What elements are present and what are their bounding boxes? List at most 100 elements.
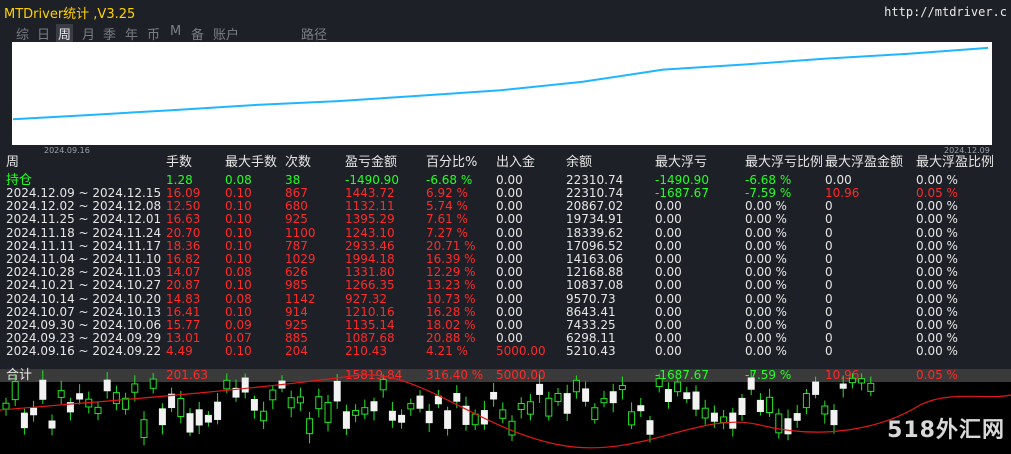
candle-body — [39, 379, 47, 400]
candle-body — [94, 406, 102, 415]
row-balance: 10837.08 — [566, 278, 624, 293]
row-flow: 0.00 — [496, 252, 523, 266]
table-row: 2024.11.11 ~ 2024.11.17 18.36 0.10 787 2933.… — [0, 238, 1011, 253]
candle-body — [223, 379, 231, 390]
tab-path[interactable]: 路径 — [301, 24, 327, 43]
candle-body — [287, 397, 295, 409]
row-max-float-profit: 0 — [825, 331, 833, 346]
row-period: 2024.09.30 ~ 2024.10.06 — [6, 318, 162, 332]
row-flow: 0.00 — [496, 278, 523, 293]
table-row: 2024.11.18 ~ 2024.11.24 20.70 0.10 1100 1243… — [0, 225, 1011, 240]
row-pnl: 1210.16 — [345, 304, 395, 319]
candle-body — [821, 405, 829, 415]
row-max-float-profit-pct: 0.00 % — [916, 278, 958, 293]
row-balance: 12168.88 — [566, 265, 624, 280]
tab-quarter[interactable]: 季 — [103, 24, 116, 43]
tab-overall[interactable]: 综 — [16, 24, 29, 43]
table-header-row: 周 手数 最大手数 次数 盈亏金额 百分比% 出入金 余额 最大浮亏 最大浮亏比… — [0, 156, 1011, 169]
row-pnl: 1135.14 — [345, 318, 395, 332]
candle-body — [839, 383, 847, 389]
tab-year[interactable]: 年 — [125, 24, 138, 43]
url-link[interactable]: http://mtdriver.c — [884, 5, 1007, 19]
table-row: 2024.09.23 ~ 2024.09.29 13.01 0.07 885 1087.… — [0, 332, 1011, 345]
header-lots: 手数 — [166, 155, 193, 170]
header-flow: 出入金 — [496, 155, 536, 170]
tab-backup[interactable]: 备 — [191, 24, 204, 43]
tab-month[interactable]: 月 — [82, 24, 95, 43]
row-pct: 4.21 % — [426, 344, 468, 359]
equity-series-line — [12, 46, 989, 121]
row-max-float-loss: 0.00 — [655, 212, 682, 227]
tab-account[interactable]: 账户 — [213, 24, 239, 43]
row-max-float-profit: 0 — [825, 199, 833, 214]
table-row: 2024.10.21 ~ 2024.10.27 20.87 0.10 985 1266.… — [0, 279, 1011, 292]
tab-currency[interactable]: 币 — [147, 24, 160, 43]
row-pct: 20.71 % — [426, 238, 476, 253]
row-max-float-loss: 0.00 — [655, 199, 682, 214]
row-period: 2024.10.07 ~ 2024.10.13 — [6, 304, 162, 319]
table-row: 2024.09.16 ~ 2024.09.22 4.49 0.10 204 210.43… — [0, 345, 1011, 358]
candle-body — [30, 407, 38, 416]
row-max-float-profit: 0 — [825, 278, 833, 293]
row-pnl: 2933.46 — [345, 238, 395, 253]
candle-body — [370, 401, 378, 412]
candle-body — [186, 413, 194, 433]
row-flow: 5000.00 — [496, 344, 546, 359]
chart-x-start-label: 2024.09.16 — [44, 146, 90, 155]
candle-body — [324, 402, 332, 423]
row-max-float-loss: 0.00 — [655, 252, 682, 266]
header-max-float-profit-pct: 最大浮盈比例 — [916, 155, 995, 170]
row-max-lots: 0.08 — [225, 265, 252, 280]
row-period: 2024.09.16 ~ 2024.09.22 — [6, 344, 162, 359]
row-max-lots: 0.10 — [225, 252, 252, 266]
row-lots: 4.49 — [166, 344, 193, 359]
table-row: 2024.09.30 ~ 2024.10.06 15.77 0.09 925 1135.… — [0, 319, 1011, 332]
header-max-float-loss-pct: 最大浮亏比例 — [745, 155, 824, 170]
candle-body — [554, 393, 562, 402]
row-pct: 5.74 % — [426, 199, 468, 214]
row-max-lots: 0.10 — [225, 199, 252, 214]
candle-body — [158, 408, 166, 426]
candle-body — [112, 392, 120, 405]
row-max-float-loss: 0.00 — [655, 225, 682, 240]
candle-body — [646, 420, 654, 435]
row-balance: 9570.73 — [566, 291, 616, 306]
candle-body — [793, 413, 801, 421]
row-period: 2024.11.04 ~ 2024.11.10 — [6, 252, 162, 266]
candle-body — [738, 397, 746, 416]
candle-body — [582, 388, 590, 402]
row-max-float-loss: 0.00 — [655, 238, 682, 253]
row-pct: 18.02 % — [426, 318, 476, 332]
row-lots: 16.09 — [166, 186, 201, 200]
tab-week[interactable]: 周 — [56, 24, 74, 43]
table-row: 2024.10.07 ~ 2024.10.13 16.41 0.10 914 1210.… — [0, 304, 1011, 319]
tab-day[interactable]: 日 — [37, 24, 50, 43]
stats-panel: MTDriver统计 ,V3.25 http://mtdriver.c 综 日 … — [0, 0, 1011, 382]
candle-body — [352, 409, 360, 416]
header-period: 周 — [6, 155, 20, 170]
row-balance: 18339.62 — [566, 225, 624, 240]
row-pct: 13.23 % — [426, 278, 476, 293]
row-lots: 14.07 — [166, 265, 201, 280]
header-max-float-loss: 最大浮亏 — [655, 155, 708, 170]
row-pnl: 1132.11 — [345, 199, 395, 214]
candle-body — [204, 414, 212, 423]
candle-body — [655, 378, 663, 388]
row-max-float-profit: 0 — [825, 344, 833, 359]
row-max-float-loss: 0.00 — [655, 278, 682, 293]
row-pnl: 1395.29 — [345, 212, 395, 227]
row-max-float-profit-pct: 0.00 % — [916, 238, 958, 253]
candle-body — [269, 389, 277, 401]
row-max-lots: 0.09 — [225, 318, 252, 332]
candle-body — [444, 410, 452, 429]
candle-body — [306, 418, 314, 435]
row-max-float-profit: 0 — [825, 252, 833, 266]
row-max-float-loss-pct: 0.00 % — [745, 225, 787, 240]
row-balance: 17096.52 — [566, 238, 624, 253]
row-period: 2024.11.11 ~ 2024.11.17 — [6, 238, 162, 253]
row-flow: 0.00 — [496, 238, 523, 253]
tab-m[interactable]: M — [170, 24, 181, 39]
candle-body — [664, 389, 672, 403]
row-lots: 16.82 — [166, 252, 201, 266]
row-max-float-profit-pct: 0.00 % — [916, 252, 958, 266]
